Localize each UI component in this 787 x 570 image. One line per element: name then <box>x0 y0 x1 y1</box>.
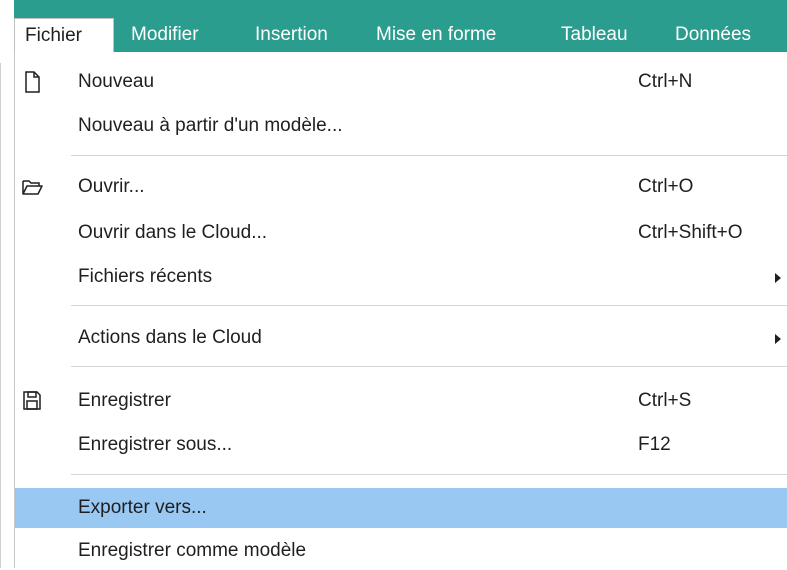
window-edge <box>0 0 1 568</box>
open-folder-icon <box>19 174 45 200</box>
menu-item-nouveau-modele[interactable]: Nouveau à partir d'un modèle... <box>15 107 787 145</box>
menu-item-exporter[interactable]: Exporter vers... <box>15 488 787 528</box>
menu-item-label: Ouvrir dans le Cloud... <box>78 222 268 243</box>
menu-item-nouveau[interactable]: Nouveau Ctrl+N <box>15 63 787 101</box>
submenu-arrow-icon <box>775 334 781 344</box>
menu-item-ouvrir-cloud[interactable]: Ouvrir dans le Cloud... Ctrl+Shift+O <box>15 214 787 252</box>
menu-item-shortcut: Ctrl+S <box>638 390 692 411</box>
file-menu-dropdown: Nouveau Ctrl+N Nouveau à partir d'un mod… <box>14 52 787 568</box>
menu-item-shortcut: Ctrl+N <box>638 71 693 92</box>
menu-item-label: Actions dans le Cloud <box>78 327 262 348</box>
menu-item-label: Enregistrer <box>78 390 171 411</box>
menu-item-label: Nouveau à partir d'un modèle... <box>78 115 343 136</box>
menu-item-enregistrer-sous[interactable]: Enregistrer sous... F12 <box>15 426 787 464</box>
menu-separator <box>71 305 787 306</box>
menu-item-actions-cloud[interactable]: Actions dans le Cloud <box>15 319 787 357</box>
menu-item-label: Enregistrer sous... <box>78 434 233 455</box>
menu-mise-en-forme[interactable]: Mise en forme <box>376 18 496 52</box>
menu-separator <box>71 474 787 475</box>
menu-item-label: Enregistrer comme modèle <box>78 540 307 561</box>
submenu-arrow-icon <box>775 273 781 283</box>
menu-item-enregistrer-modele[interactable]: Enregistrer comme modèle <box>15 532 787 570</box>
menu-item-shortcut: Ctrl+Shift+O <box>638 222 743 243</box>
save-icon <box>19 388 45 414</box>
menu-item-label: Nouveau <box>78 71 155 92</box>
menu-modifier[interactable]: Modifier <box>131 18 199 52</box>
menu-bar-left-margin <box>0 0 14 63</box>
menu-separator <box>71 366 787 367</box>
menu-item-ouvrir[interactable]: Ouvrir... Ctrl+O <box>15 168 787 206</box>
menu-item-fichiers-recents[interactable]: Fichiers récents <box>15 258 787 296</box>
menu-item-label: Fichiers récents <box>78 266 213 287</box>
menu-item-shortcut: F12 <box>638 434 671 455</box>
menu-item-shortcut: Ctrl+O <box>638 176 694 197</box>
menu-fichier[interactable]: Fichier <box>14 18 114 52</box>
menu-item-enregistrer[interactable]: Enregistrer Ctrl+S <box>15 382 787 420</box>
new-document-icon <box>19 69 45 95</box>
menu-insertion[interactable]: Insertion <box>255 18 328 52</box>
menu-item-label: Exporter vers... <box>78 497 207 518</box>
menu-separator <box>71 155 787 156</box>
menu-tableau[interactable]: Tableau <box>561 18 628 52</box>
menu-item-label: Ouvrir... <box>78 176 145 197</box>
menu-donnees[interactable]: Données <box>675 18 751 52</box>
